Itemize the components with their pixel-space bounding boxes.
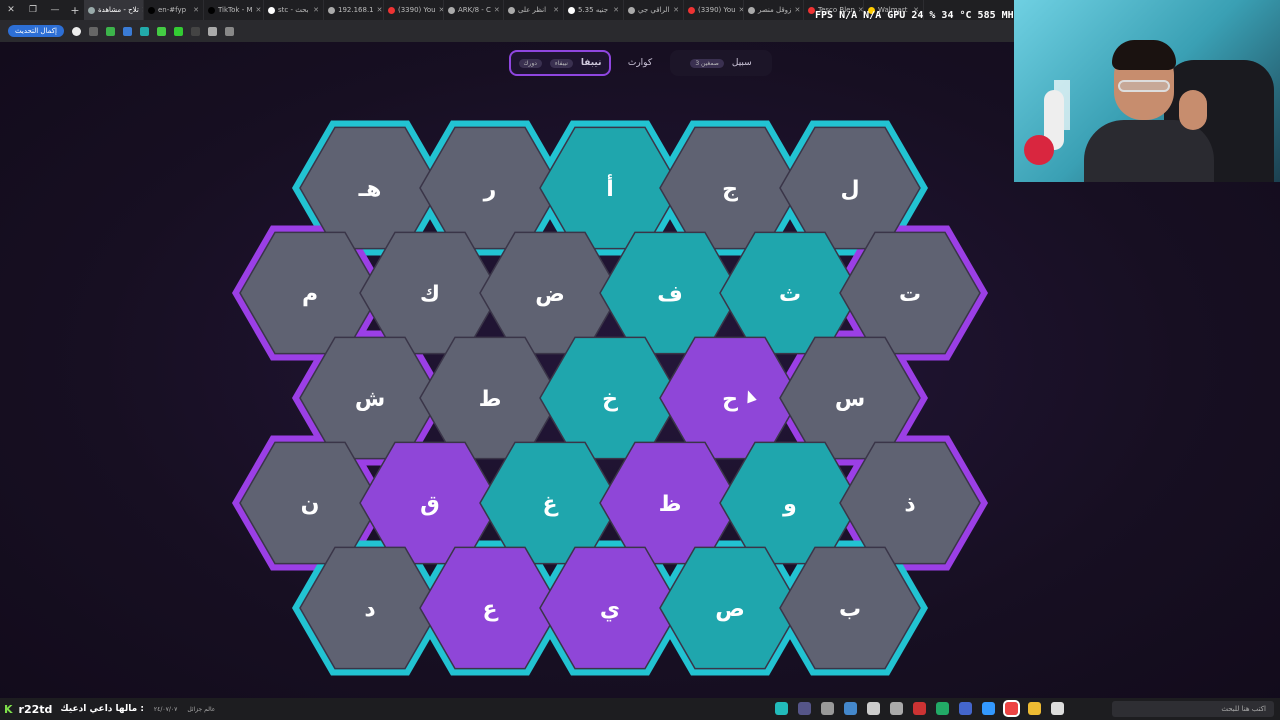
- hex-cell[interactable]: ح: [659, 336, 801, 460]
- hex-cell[interactable]: خ: [539, 336, 681, 460]
- app-icon[interactable]: [775, 702, 788, 715]
- app-icon[interactable]: [936, 702, 949, 715]
- hex-letter: ك: [420, 282, 440, 307]
- folder-icon[interactable]: [1028, 702, 1041, 715]
- app-icon[interactable]: [821, 702, 834, 715]
- app-icon[interactable]: [982, 702, 995, 715]
- app-icon[interactable]: [1051, 702, 1064, 715]
- taskbar-search[interactable]: اكتب هنا للبحث: [1112, 701, 1274, 717]
- hex-letter: ص: [715, 597, 745, 622]
- hex-letter: ع: [482, 597, 498, 622]
- mic-pop-filter: [1024, 135, 1054, 165]
- hex-letter: ن: [301, 492, 320, 517]
- hex-letter: م: [302, 282, 318, 307]
- board-cells: هـ ر أ ج ل م ك ض ف ث ت ش ط خ ح س ن ق غ ظ و ذ د ع ي ص ب: [239, 126, 981, 670]
- hex-letter: ض: [535, 282, 565, 307]
- hex-letter: س: [835, 387, 865, 412]
- hex-letter: ت: [899, 282, 921, 307]
- hex-letter: ط: [479, 387, 502, 412]
- taskbar-label: عالم جزائل: [187, 705, 216, 713]
- hex-letter: ي: [600, 597, 620, 622]
- taskbar-date: ٢٤/٠٧/٠٧: [153, 705, 178, 713]
- hex-letter: ر: [483, 177, 497, 202]
- hex-letter: ش: [355, 387, 385, 412]
- hex-letter: غ: [542, 492, 558, 517]
- streamer-hand: [1179, 90, 1207, 130]
- hex-cell[interactable]: ط: [419, 336, 561, 460]
- hex-letter: هـ: [358, 177, 382, 202]
- hex-letter: ح: [722, 387, 738, 412]
- app-icon[interactable]: [890, 702, 903, 715]
- hex-letter: د: [364, 597, 375, 622]
- webcam-overlay: [1014, 0, 1280, 182]
- streamer-hair: [1112, 40, 1176, 70]
- hex-letter: ف: [657, 282, 683, 307]
- hex-letter: ذ: [904, 492, 915, 517]
- os-taskbar: K r22td مالها داعي ادعيك : ٢٤/٠٧/٠٧ عالم…: [0, 698, 1280, 720]
- app-icon[interactable]: [867, 702, 880, 715]
- app-icon[interactable]: [798, 702, 811, 715]
- chrome-icon[interactable]: [1003, 700, 1020, 717]
- hex-letter: ث: [779, 282, 801, 307]
- app-icon[interactable]: [844, 702, 857, 715]
- hex-letter: و: [782, 492, 797, 517]
- hex-letter: أ: [606, 173, 614, 202]
- hex-letter: ق: [420, 492, 440, 517]
- hex-letter: خ: [602, 387, 618, 412]
- app-icon[interactable]: [959, 702, 972, 715]
- screen: ✕ ❐ — + تلاح - مشاهدة✕en-#fyp✕TikTok - M…: [0, 0, 1280, 720]
- kick-logo-icon: K: [4, 702, 13, 716]
- hex-letter: ظ: [659, 492, 682, 517]
- channel-name: r22td: [18, 702, 53, 716]
- glasses-icon: [1118, 80, 1170, 92]
- app-icon[interactable]: [913, 702, 926, 715]
- hex-letter: ل: [840, 177, 859, 202]
- hex-letter: ب: [839, 597, 861, 622]
- taskbar-apps: [775, 700, 1064, 717]
- chat-message: مالها داعي ادعيك :: [60, 704, 144, 714]
- hex-letter: ج: [722, 177, 738, 202]
